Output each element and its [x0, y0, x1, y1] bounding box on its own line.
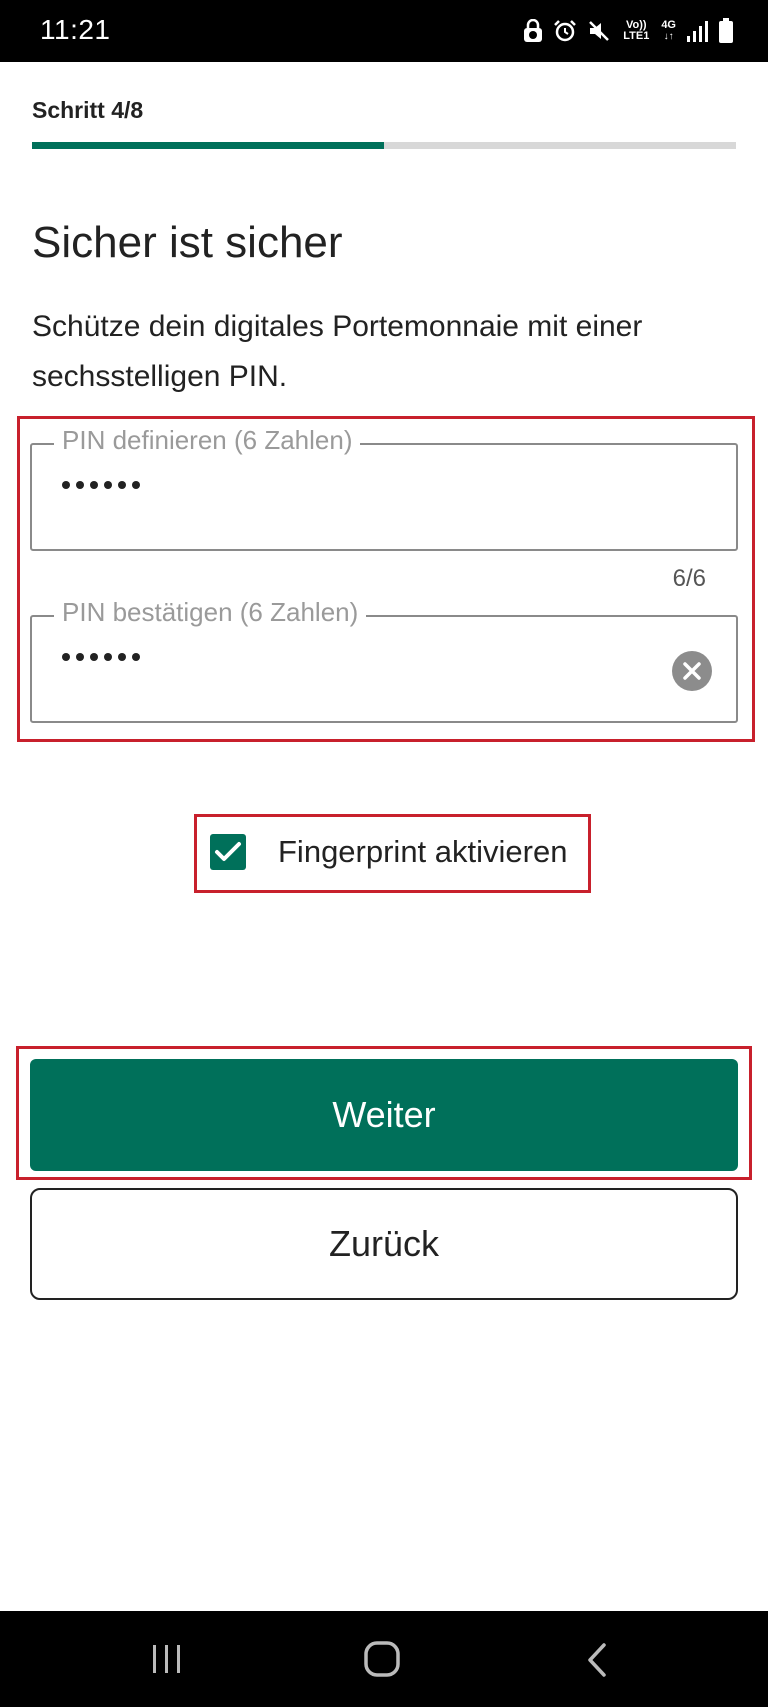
pin-confirm-value [62, 653, 140, 661]
back-icon[interactable] [586, 1643, 608, 1677]
pin-counter: 6/6 [672, 565, 706, 592]
pin-define-label: PIN definieren (6 Zahlen) [54, 425, 361, 456]
status-icons: Vo)) LTE1 4G ↓↑ [523, 12, 734, 50]
volte-icon: Vo)) LTE1 [623, 19, 650, 42]
page-description: Schütze dein digitales Portemonnaie mit … [32, 310, 643, 393]
page-title: Sicher ist sicher [32, 218, 343, 267]
signal-icon [687, 21, 708, 42]
clear-icon[interactable] [672, 651, 712, 691]
checkmark-icon [215, 842, 241, 861]
lock-clock-icon [524, 19, 543, 42]
alarm-icon [554, 20, 577, 42]
step-label: Schritt 4/8 [32, 97, 144, 123]
4g-icon: 4G ↓↑ [661, 19, 676, 43]
pin-define-field[interactable]: PIN definieren (6 Zahlen) [30, 425, 738, 551]
fingerprint-option[interactable]: Fingerprint aktivieren [210, 818, 567, 886]
recent-apps-icon[interactable] [150, 1645, 184, 1673]
next-button[interactable]: Weiter [30, 1059, 738, 1171]
back-button[interactable]: Zurück [30, 1188, 738, 1300]
status-time: 11:21 [40, 14, 111, 45]
progress-bar [32, 142, 736, 149]
status-bar: 11:21 Vo)) LTE1 4G ↓↑ [0, 0, 768, 62]
fingerprint-checkbox[interactable] [210, 834, 246, 870]
progress-fill [32, 142, 384, 149]
pin-confirm-field[interactable]: PIN bestätigen (6 Zahlen) [30, 597, 738, 723]
nav-bar [0, 1611, 768, 1707]
mute-icon [589, 21, 610, 41]
home-icon[interactable] [364, 1641, 400, 1677]
battery-icon [719, 18, 733, 43]
pin-define-value [62, 481, 140, 489]
fingerprint-label: Fingerprint aktivieren [278, 834, 568, 869]
pin-confirm-label: PIN bestätigen (6 Zahlen) [54, 597, 367, 628]
